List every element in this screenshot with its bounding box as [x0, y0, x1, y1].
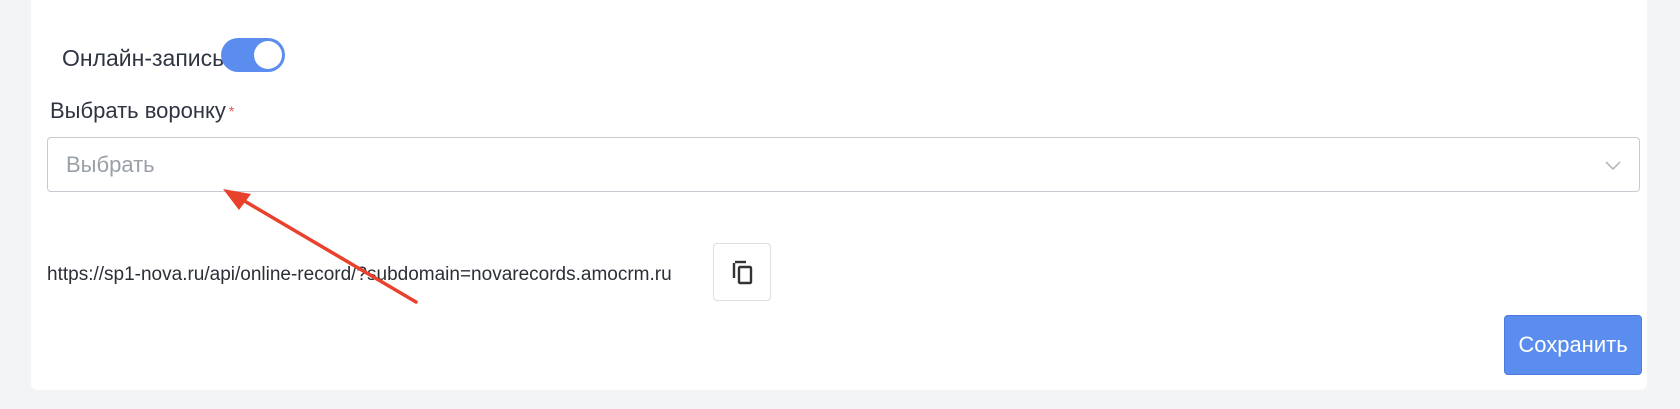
save-button[interactable]: Сохранить [1504, 315, 1642, 375]
settings-card: Онлайн-запись Выбрать воронку * Выбрать h… [31, 0, 1647, 390]
funnel-select-placeholder: Выбрать [66, 152, 155, 177]
copy-url-button[interactable] [713, 243, 771, 301]
copy-icon [732, 260, 753, 285]
required-mark: * [228, 103, 235, 119]
chevron-down-icon [1605, 161, 1621, 171]
toggle-knob [254, 41, 282, 69]
funnel-select[interactable]: Выбрать [47, 137, 1640, 192]
webhook-url: https://sp1-nova.ru/api/online-record/?s… [47, 264, 672, 285]
online-booking-toggle[interactable] [221, 38, 285, 72]
funnel-field-label: Выбрать воронку * [50, 97, 234, 125]
online-booking-label: Онлайн-запись [62, 45, 225, 71]
funnel-label-text: Выбрать воронку [50, 98, 226, 123]
